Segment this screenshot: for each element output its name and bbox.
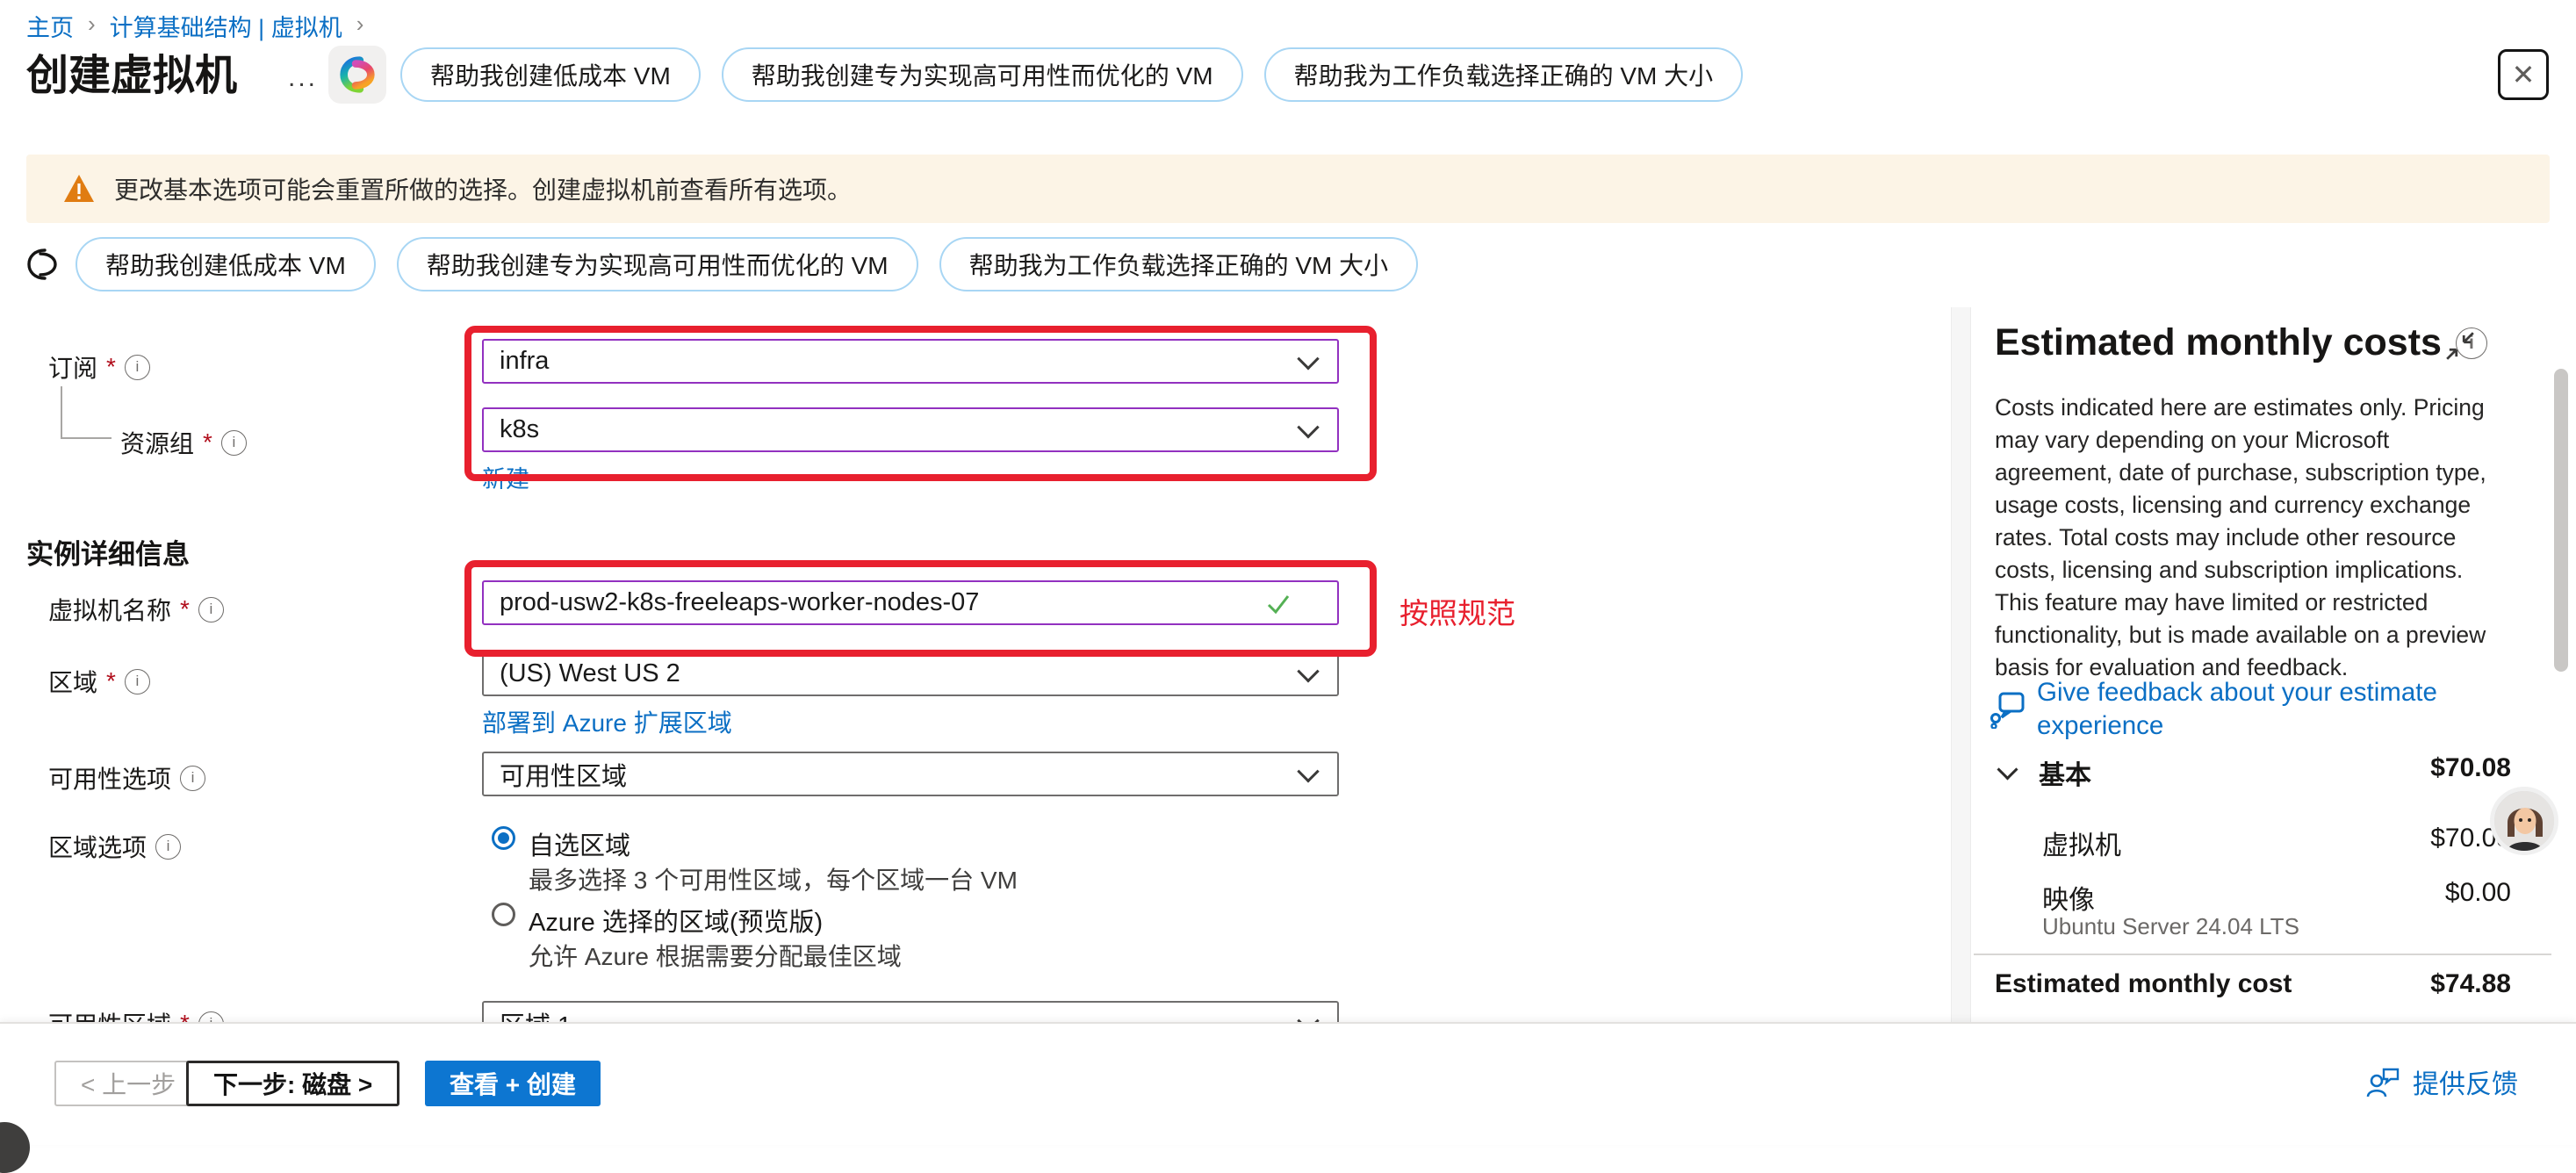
resource-group-value: k8s [500, 415, 539, 444]
cost-total-label: Estimated monthly cost [1995, 969, 2292, 999]
next-step-disks-button[interactable]: 下一步: 磁盘 > [186, 1061, 399, 1106]
info-icon[interactable]: i [125, 669, 150, 694]
panel-scrollbar-thumb[interactable] [2554, 369, 2568, 672]
region-label: 区域 * i [48, 664, 150, 699]
help-high-availability-vm-button[interactable]: 帮助我创建专为实现高可用性而优化的 VM [722, 47, 1243, 102]
deploy-extended-zones-link[interactable]: 部署到 Azure 扩展区域 [482, 704, 732, 739]
copilot-button[interactable] [328, 46, 386, 104]
chevron-right-icon: › [88, 11, 96, 38]
chevron-right-icon: › [356, 11, 364, 38]
required-asterisk: * [106, 667, 116, 695]
required-asterisk: * [203, 428, 212, 457]
tree-connector [61, 386, 62, 439]
azure-selected-zones-description: 允许 Azure 根据需要分配最佳区域 [529, 938, 902, 973]
divider [1974, 954, 2551, 955]
warning-icon [63, 174, 95, 204]
chevron-down-icon [1297, 348, 1319, 370]
copilot-icon [337, 54, 378, 95]
availability-options-dropdown[interactable]: 可用性区域 [482, 752, 1339, 796]
instance-details-heading: 实例详细信息 [26, 532, 190, 572]
close-icon: ✕ [2512, 58, 2536, 91]
azure-selected-zones-radio[interactable] [492, 903, 515, 926]
chevron-down-icon [1297, 416, 1319, 438]
more-menu-button[interactable]: ... [288, 63, 318, 93]
cost-basic-value: $70.08 [2430, 753, 2511, 783]
info-icon[interactable]: i [221, 430, 247, 456]
resource-group-dropdown[interactable]: k8s [482, 407, 1339, 452]
cost-basic-label[interactable]: 基本 [2039, 753, 2091, 792]
footer-bar: < 上一步 下一步: 磁盘 > 查看 + 创建 提供反馈 [0, 1022, 2576, 1145]
avatar-image [2494, 791, 2556, 853]
subscription-dropdown[interactable]: infra [482, 339, 1339, 384]
info-icon[interactable]: i [125, 355, 150, 380]
zone-options-label: 区域选项 i [48, 829, 181, 864]
header-help-buttons: 帮助我创建低成本 VM 帮助我创建专为实现高可用性而优化的 VM 帮助我为工作负… [400, 47, 1743, 102]
help-low-cost-vm-button[interactable]: 帮助我创建低成本 VM [400, 47, 701, 102]
previous-step-button[interactable]: < 上一步 [54, 1061, 202, 1106]
page-title: 创建虚拟机 [26, 40, 237, 102]
review-create-button[interactable]: 查看 + 创建 [425, 1061, 601, 1106]
tree-connector [61, 437, 112, 439]
close-button[interactable]: ✕ [2498, 49, 2549, 100]
breadcrumb: 主页 › 计算基础结构 | 虚拟机 › [26, 9, 363, 43]
breadcrumb-link-home[interactable]: 主页 [26, 9, 74, 43]
required-asterisk: * [106, 353, 116, 381]
info-icon[interactable]: i [155, 834, 181, 860]
cost-total-value: $74.88 [2430, 969, 2511, 999]
cost-image-label: 映像 [2042, 878, 2095, 917]
breadcrumb-link-virtual-machines[interactable]: 计算基础结构 | 虚拟机 [110, 9, 342, 43]
info-icon[interactable]: i [180, 766, 205, 791]
valid-check-icon [1265, 591, 1292, 624]
chevron-down-icon[interactable] [1997, 759, 2018, 780]
chevron-down-icon [1297, 760, 1319, 782]
vm-name-input[interactable]: prod-usw2-k8s-freeleaps-worker-nodes-07 [482, 580, 1339, 625]
warning-text: 更改基本选项可能会重置所做的选择。创建虚拟机前查看所有选项。 [114, 171, 852, 206]
required-asterisk: * [180, 595, 190, 623]
resource-group-label: 资源组 * i [120, 425, 247, 460]
self-selected-zones-radio[interactable] [492, 826, 515, 850]
vm-name-annotation: 按照规范 [1400, 590, 1515, 632]
info-icon[interactable]: i [198, 597, 224, 622]
cost-panel-description: Costs indicated here are estimates only.… [1995, 392, 2508, 684]
subscription-label: 订阅 * i [48, 349, 150, 385]
self-selected-zones-description: 最多选择 3 个可用性区域，每个区域一台 VM [529, 861, 1018, 896]
help-low-cost-vm-button[interactable]: 帮助我创建低成本 VM [76, 237, 376, 291]
subscription-value: infra [500, 347, 549, 376]
create-vm-page: 主页 › 计算基础结构 | 虚拟机 › 创建虚拟机 ... 帮助我创建低成本 V… [0, 0, 2576, 1143]
cost-vm-label: 虚拟机 [2042, 824, 2121, 862]
estimate-feedback-link[interactable]: Give feedback about your estimate experi… [1990, 676, 2499, 743]
warning-banner: 更改基本选项可能会重置所做的选择。创建虚拟机前查看所有选项。 [26, 155, 2550, 223]
chevron-down-icon [1297, 660, 1319, 682]
copilot-outline-icon [21, 242, 63, 291]
cost-image-subtitle: Ubuntu Server 24.04 LTS [2042, 913, 2299, 940]
vm-name-value: prod-usw2-k8s-freeleaps-worker-nodes-07 [500, 588, 979, 617]
person-feedback-icon [2365, 1064, 2400, 1099]
content-scrollbar-track[interactable] [1951, 307, 1971, 1022]
feedback-bubbles-icon [1990, 688, 2026, 729]
help-vm-size-button[interactable]: 帮助我为工作负载选择正确的 VM 大小 [1264, 47, 1744, 102]
collapse-icon [2444, 330, 2476, 362]
cost-panel-title: Estimated monthly costs i [1995, 321, 2487, 364]
self-selected-zones-radio-label[interactable]: 自选区域 [529, 825, 630, 862]
assistant-avatar[interactable] [2490, 787, 2558, 855]
cost-image-value: $0.00 [2445, 878, 2511, 908]
copilot-help-buttons: 帮助我创建低成本 VM 帮助我创建专为实现高可用性而优化的 VM 帮助我为工作负… [76, 237, 1418, 291]
give-feedback-text: 提供反馈 [2413, 1062, 2518, 1101]
availability-options-value: 可用性区域 [500, 756, 627, 793]
give-feedback-link[interactable]: 提供反馈 [2365, 1062, 2518, 1101]
region-value: (US) West US 2 [500, 659, 680, 688]
azure-selected-zones-radio-label[interactable]: Azure 选择的区域(预览版) [529, 902, 823, 939]
help-vm-size-button[interactable]: 帮助我为工作负载选择正确的 VM 大小 [939, 237, 1419, 291]
availability-options-label: 可用性选项 i [48, 760, 205, 795]
vm-name-label: 虚拟机名称 * i [48, 592, 224, 627]
help-high-availability-vm-button[interactable]: 帮助我创建专为实现高可用性而优化的 VM [397, 237, 918, 291]
estimate-feedback-text: Give feedback about your estimate experi… [2037, 676, 2476, 743]
collapse-panel-button[interactable] [2444, 330, 2476, 366]
create-new-resource-group-link[interactable]: 新建 [482, 460, 529, 494]
region-dropdown[interactable]: (US) West US 2 [482, 651, 1339, 696]
